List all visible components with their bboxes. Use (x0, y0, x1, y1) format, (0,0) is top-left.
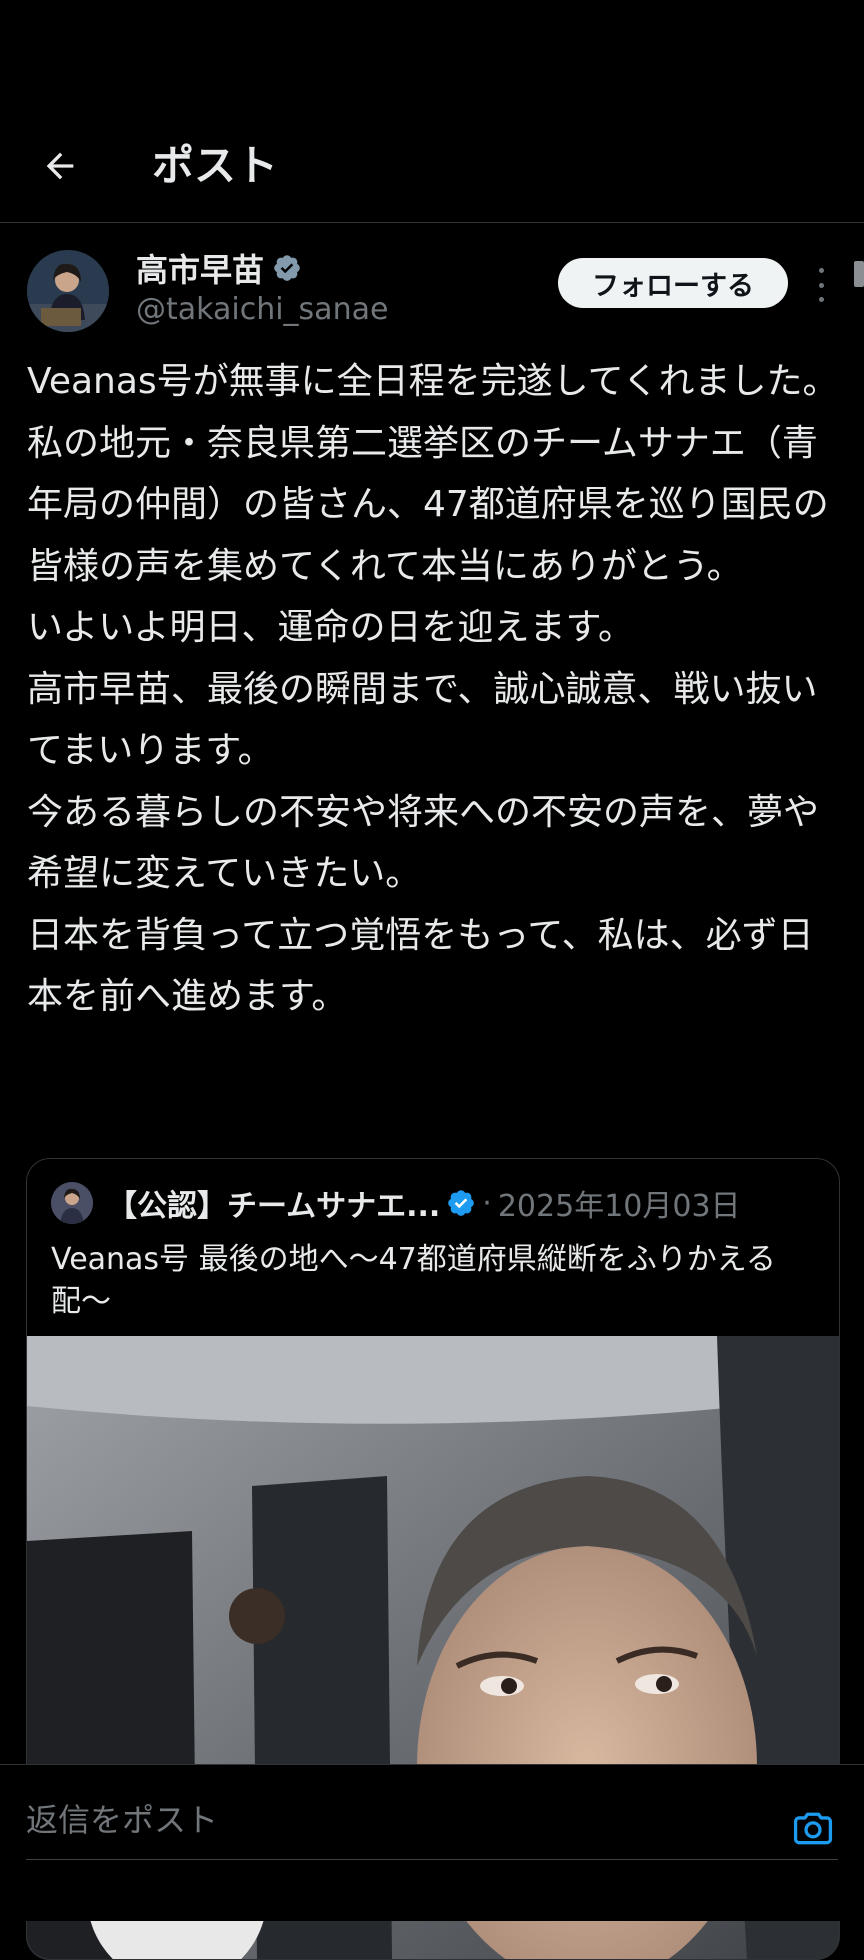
quoted-post-text: Veanas号 最後の地へ〜47都道府県縦断をふりかえる配〜 (51, 1242, 776, 1319)
verified-badge-icon (446, 1188, 476, 1218)
reply-input[interactable]: 返信をポスト (26, 1787, 838, 1860)
page-title: ポスト (152, 141, 279, 190)
reply-placeholder: 返信をポスト (26, 1801, 219, 1839)
reply-bar: 返信をポスト (0, 1764, 864, 1921)
arrow-left-icon (46, 152, 74, 180)
top-bar: ポスト (0, 0, 864, 223)
verified-badge-icon (272, 253, 302, 283)
follow-button[interactable]: フォローする (558, 258, 788, 308)
more-vertical-icon[interactable] (806, 268, 836, 302)
quoted-author-name: 【公認】チームサナエ... (107, 1189, 441, 1224)
post-body: Veanas号が無事に全日程を完遂してくれました。 私の地元・奈良県第二選挙区の… (27, 361, 839, 1017)
scroll-indicator (854, 261, 864, 287)
author-name[interactable]: 高市早苗 (136, 245, 264, 291)
author-handle[interactable]: @takaichi_sanae (136, 289, 388, 331)
separator-dot: · (482, 1185, 492, 1221)
author-name-row[interactable]: 高市早苗 (136, 247, 302, 289)
quoted-post-header: 【公認】チームサナエ... · 2025年10月03日 (51, 1181, 741, 1225)
author-avatar[interactable] (27, 250, 109, 332)
camera-icon[interactable] (788, 1803, 838, 1853)
back-button[interactable] (26, 134, 94, 198)
quoted-author-avatar (51, 1182, 93, 1224)
quoted-post-date: 2025年10月03日 (497, 1189, 741, 1224)
